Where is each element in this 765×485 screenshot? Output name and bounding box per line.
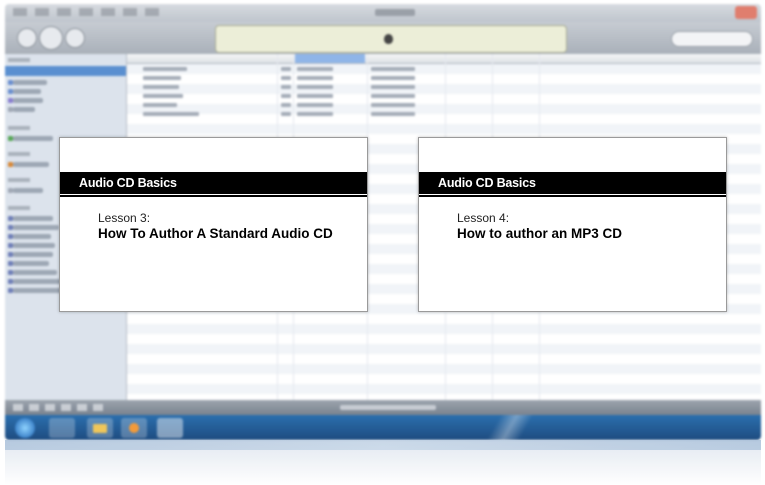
folder-icon[interactable]: [87, 418, 113, 438]
apple-logo-icon: [384, 34, 393, 44]
card-header-bar: Audio CD Basics: [60, 172, 367, 194]
reflection: [5, 440, 761, 485]
card-header-title: Audio CD Basics: [79, 176, 177, 190]
itunes-taskbar-button[interactable]: [157, 418, 183, 438]
toolbar: [5, 22, 761, 54]
lesson-card: Audio CD Basics Lesson 4: How to author …: [418, 137, 727, 312]
library-summary: [340, 405, 436, 410]
taskbar-app-button[interactable]: [49, 418, 75, 438]
window-titlebar: [5, 4, 761, 22]
lesson-number: Lesson 3:: [98, 211, 151, 225]
playlist-control-buttons[interactable]: [13, 404, 109, 411]
close-button[interactable]: [735, 6, 757, 19]
play-button[interactable]: [39, 26, 63, 50]
sidebar-heading: [8, 58, 30, 62]
lesson-number: Lesson 4:: [457, 211, 510, 225]
table-row[interactable]: [143, 85, 179, 89]
card-header-bar: Audio CD Basics: [419, 172, 726, 194]
divider: [60, 195, 367, 197]
windows-taskbar: [5, 415, 761, 440]
sorted-column-header[interactable]: [295, 54, 365, 63]
media-player-icon[interactable]: [121, 418, 147, 438]
window-title: [375, 9, 415, 16]
table-row[interactable]: [143, 103, 177, 107]
table-row[interactable]: [143, 76, 181, 80]
status-bar: [5, 400, 761, 415]
menu-bar: [13, 8, 163, 16]
status-display: [215, 25, 567, 53]
table-row[interactable]: [143, 112, 199, 116]
search-input[interactable]: [671, 31, 753, 47]
lesson-card: Audio CD Basics Lesson 3: How To Author …: [59, 137, 368, 312]
start-button[interactable]: [15, 418, 35, 438]
card-header-title: Audio CD Basics: [438, 176, 536, 190]
column-header: [127, 54, 761, 64]
lesson-title: How To Author A Standard Audio CD: [98, 226, 333, 241]
divider: [419, 195, 726, 197]
previous-button[interactable]: [17, 28, 37, 48]
table-row[interactable]: [143, 67, 187, 71]
table-row[interactable]: [143, 94, 183, 98]
sidebar-selected-item[interactable]: [5, 66, 126, 76]
next-button[interactable]: [65, 28, 85, 48]
lesson-title: How to author an MP3 CD: [457, 226, 622, 241]
